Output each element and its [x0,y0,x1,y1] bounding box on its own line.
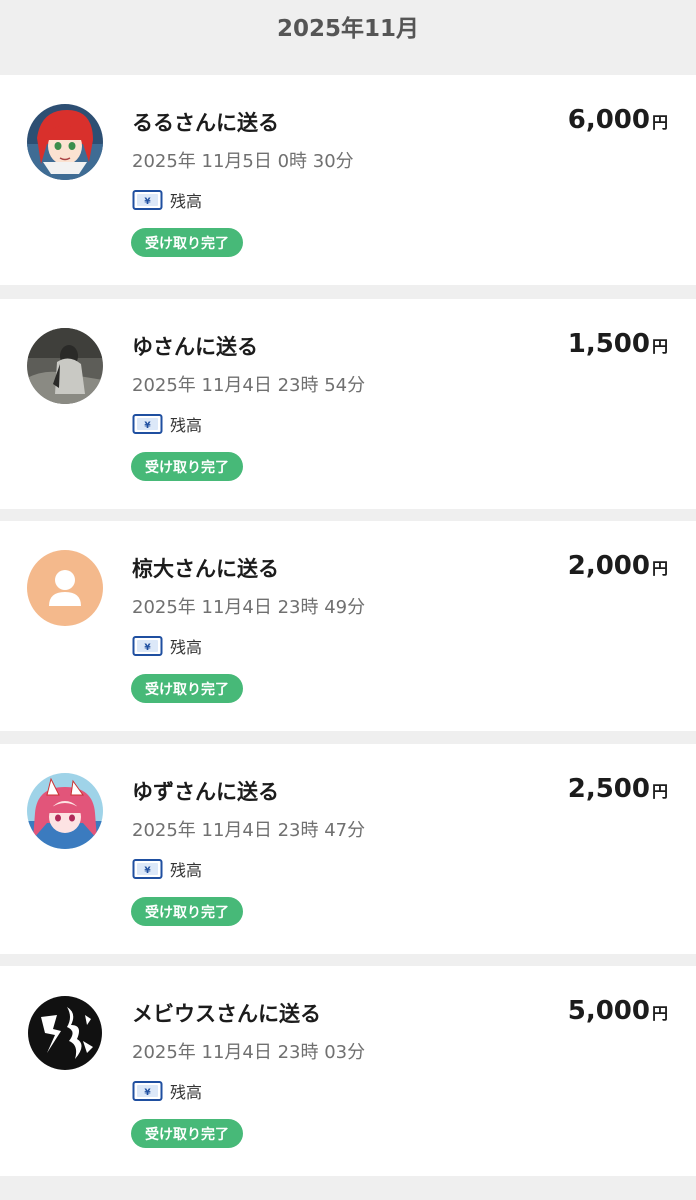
anime-pink-fox-icon [27,773,103,849]
photo-person-icon [27,328,103,404]
svg-text:¥: ¥ [144,1088,151,1098]
status-badge: 受け取り完了 [131,1119,243,1148]
payment-method-label: 残高 [170,192,203,211]
calligraphy-icon [27,995,103,1071]
amount-value: 2,500 [567,774,650,804]
currency-unit: 円 [651,782,668,801]
payment-method-label: 残高 [170,861,203,880]
amount-value: 5,000 [567,996,650,1026]
payment-method: ¥ 残高 [132,857,202,881]
svg-text:¥: ¥ [144,866,151,876]
currency-unit: 円 [651,337,668,356]
transaction-title: メビウスさんに送る [132,1002,321,1026]
default-user-icon [27,550,103,626]
amount-value: 1,500 [567,329,650,359]
transaction-item[interactable]: ゆずさんに送る 2,500 円 2025年 11月4日 23時 47分 ¥ 残高… [0,744,696,954]
payment-method: ¥ 残高 [132,1079,202,1103]
transaction-datetime: 2025年 11月4日 23時 03分 [132,1042,366,1063]
transaction-item[interactable]: ゆさんに送る 1,500 円 2025年 11月4日 23時 54分 ¥ 残高 … [0,299,696,509]
payment-method-label: 残高 [170,1083,203,1102]
balance-wallet-icon: ¥ [132,414,163,434]
balance-wallet-icon: ¥ [132,636,163,656]
transaction-item[interactable]: 椋大さんに送る 2,000 円 2025年 11月4日 23時 49分 ¥ 残高… [0,521,696,731]
transaction-datetime: 2025年 11月5日 0時 30分 [132,151,354,172]
balance-wallet-icon: ¥ [132,859,163,879]
payment-method: ¥ 残高 [132,188,202,212]
transaction-item[interactable]: るるさんに送る 6,000 円 2025年 11月5日 0時 30分 ¥ 残高 … [0,75,696,285]
currency-unit: 円 [651,559,668,578]
transaction-amount: 2,500 円 [568,774,668,804]
avatar[interactable] [27,104,103,180]
avatar[interactable] [27,995,103,1071]
transaction-datetime: 2025年 11月4日 23時 54分 [132,375,366,396]
amount-value: 6,000 [567,105,650,135]
transaction-title: ゆさんに送る [132,335,258,359]
transaction-title: るるさんに送る [132,111,279,135]
transaction-title: 椋大さんに送る [132,557,279,581]
anime-red-hair-icon [27,104,103,180]
transaction-datetime: 2025年 11月4日 23時 49分 [132,597,366,618]
status-badge: 受け取り完了 [131,897,243,926]
payment-method: ¥ 残高 [132,634,202,658]
avatar[interactable] [27,328,103,404]
payment-method-label: 残高 [170,416,203,435]
payment-method: ¥ 残高 [132,412,202,436]
status-badge: 受け取り完了 [131,228,243,257]
transaction-amount: 5,000 円 [568,996,668,1026]
status-badge: 受け取り完了 [131,452,243,481]
svg-text:¥: ¥ [144,643,151,653]
svg-text:¥: ¥ [144,421,151,431]
transaction-amount: 1,500 円 [568,329,668,359]
transaction-title: ゆずさんに送る [132,780,279,804]
amount-value: 2,000 [567,551,650,581]
avatar[interactable] [27,550,103,626]
payment-method-label: 残高 [170,638,203,657]
month-header: 2025年11月 [276,16,420,42]
balance-wallet-icon: ¥ [132,1081,163,1101]
transaction-datetime: 2025年 11月4日 23時 47分 [132,820,366,841]
transaction-amount: 6,000 円 [568,105,668,135]
transaction-item[interactable]: メビウスさんに送る 5,000 円 2025年 11月4日 23時 03分 ¥ … [0,966,696,1176]
currency-unit: 円 [651,113,668,132]
svg-text:¥: ¥ [144,197,151,207]
currency-unit: 円 [651,1004,668,1023]
transaction-amount: 2,000 円 [568,551,668,581]
avatar[interactable] [27,773,103,849]
balance-wallet-icon: ¥ [132,190,163,210]
status-badge: 受け取り完了 [131,674,243,703]
